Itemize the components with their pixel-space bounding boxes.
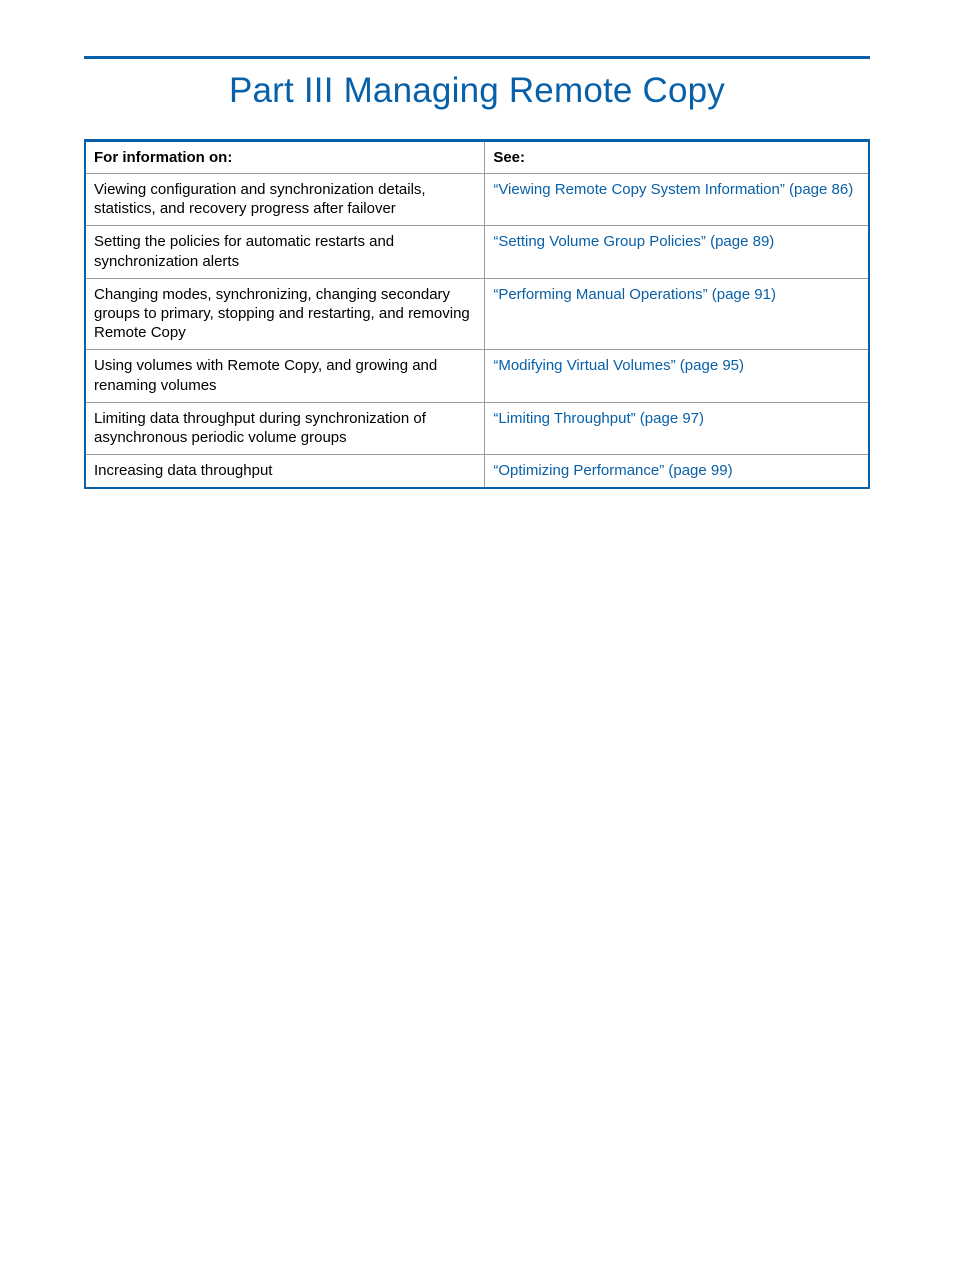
cross-ref-link[interactable]: “Viewing Remote Copy System Information”… — [493, 181, 853, 198]
cross-reference-table: For information on: See: Viewing configu… — [84, 139, 870, 489]
table-cell-info: Increasing data throughput — [85, 455, 485, 489]
table-row: Setting the policies for automatic resta… — [85, 226, 869, 278]
top-rule — [84, 56, 870, 59]
cross-ref-link[interactable]: “Performing Manual Operations” (page 91) — [493, 286, 776, 303]
page-title: Part III Managing Remote Copy — [84, 71, 870, 111]
table-cell-see: “Optimizing Performance” (page 99) — [485, 455, 869, 489]
cross-ref-link[interactable]: “Limiting Throughput” (page 97) — [493, 410, 704, 427]
table-cell-see: “Performing Manual Operations” (page 91) — [485, 278, 869, 350]
table-cell-see: “Setting Volume Group Policies” (page 89… — [485, 226, 869, 278]
cross-ref-link[interactable]: “Setting Volume Group Policies” (page 89… — [493, 233, 774, 250]
table-row: Increasing data throughput “Optimizing P… — [85, 455, 869, 489]
table-header-see: See: — [485, 141, 869, 174]
table-cell-info: Setting the policies for automatic resta… — [85, 226, 485, 278]
table-cell-see: “Modifying Virtual Volumes” (page 95) — [485, 350, 869, 402]
table-cell-see: “Viewing Remote Copy System Information”… — [485, 174, 869, 226]
table-row: Limiting data throughput during synchron… — [85, 402, 869, 454]
table-cell-see: “Limiting Throughput” (page 97) — [485, 402, 869, 454]
table-row: Viewing configuration and synchronizatio… — [85, 174, 869, 226]
table-cell-info: Using volumes with Remote Copy, and grow… — [85, 350, 485, 402]
cross-ref-link[interactable]: “Optimizing Performance” (page 99) — [493, 462, 732, 479]
table-cell-info: Limiting data throughput during synchron… — [85, 402, 485, 454]
table-cell-info: Changing modes, synchronizing, changing … — [85, 278, 485, 350]
table-header-info: For information on: — [85, 141, 485, 174]
table-row: Changing modes, synchronizing, changing … — [85, 278, 869, 350]
table-row: Using volumes with Remote Copy, and grow… — [85, 350, 869, 402]
cross-ref-link[interactable]: “Modifying Virtual Volumes” (page 95) — [493, 357, 744, 374]
table-cell-info: Viewing configuration and synchronizatio… — [85, 174, 485, 226]
